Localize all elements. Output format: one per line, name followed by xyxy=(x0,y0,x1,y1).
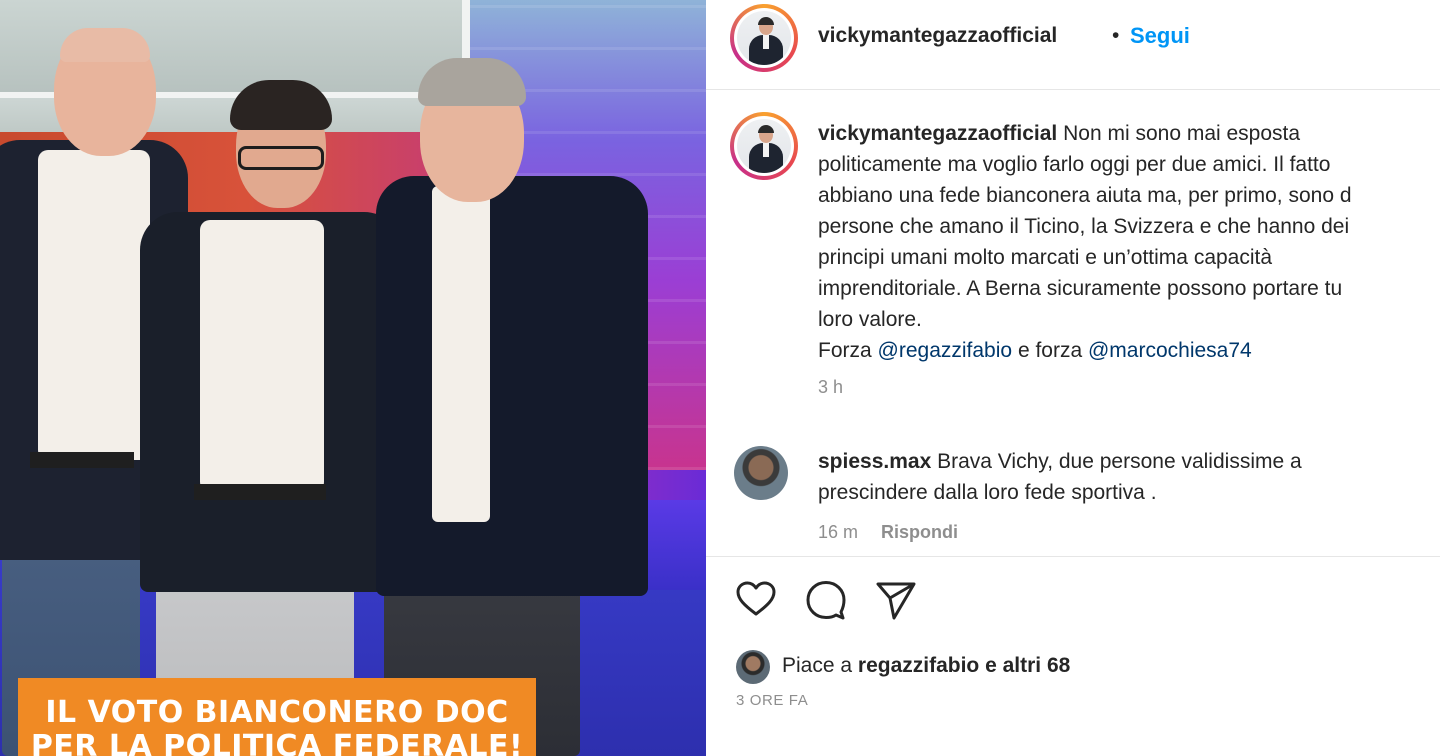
caption-forza-2: e forza xyxy=(1017,339,1083,362)
heart-icon[interactable] xyxy=(734,578,778,622)
mention-link-1[interactable]: @regazzifabio xyxy=(878,339,1013,362)
comment-text-2: prescindere dalla loro fede sportiva . xyxy=(818,481,1157,504)
reply-button[interactable]: Rispondi xyxy=(881,522,958,542)
likes-others[interactable]: e altri 68 xyxy=(985,654,1070,677)
caption-text-5: principi umani molto marcati e un’ottima… xyxy=(818,246,1273,269)
comment-age: 16 m xyxy=(818,522,859,542)
caption-line-1: IL VOTO BIANCONERO DOC xyxy=(45,695,509,730)
caption-forza-1: Forza xyxy=(818,339,872,362)
post-age: 3 h xyxy=(818,377,844,397)
comment-text-1: Brava Vichy, due persone validissime a xyxy=(937,450,1302,473)
author-avatar[interactable] xyxy=(730,4,798,72)
comment-bubble-icon[interactable] xyxy=(804,578,848,622)
post-photo[interactable]: IL VOTO BIANCONERO DOC PER LA POLITICA F… xyxy=(0,0,706,756)
photo-caption-banner: IL VOTO BIANCONERO DOC PER LA POLITICA F… xyxy=(18,678,536,756)
actions-divider xyxy=(706,556,1440,557)
post-header: vickymantegazzaofficial • Segui xyxy=(706,0,1440,90)
caption-text-6: imprenditoriale. A Berna sicuramente pos… xyxy=(818,277,1343,300)
comment-username[interactable]: spiess.max xyxy=(818,450,931,473)
mention-link-2[interactable]: @marcochiesa74 xyxy=(1088,339,1252,362)
liker-username[interactable]: regazzifabio xyxy=(858,654,979,677)
caption-line-2: PER LA POLITICA FEDERALE! xyxy=(30,729,524,756)
likes-prefix: Piace a xyxy=(782,654,853,677)
caption-text-2: politicamente ma voglio farlo oggi per d… xyxy=(818,153,1331,176)
follow-button[interactable]: Segui xyxy=(1130,23,1190,49)
send-icon[interactable] xyxy=(874,578,918,622)
liker-avatar[interactable] xyxy=(736,650,770,684)
caption-text-3: abbiano una fede bianconera aiuta ma, pe… xyxy=(818,184,1352,207)
caption-text-7: loro valore. xyxy=(818,308,922,331)
caption-text-1: Non mi sono mai esposta xyxy=(1063,122,1301,145)
comment-meta: 16 m Rispondi xyxy=(818,522,958,543)
commenter-avatar[interactable] xyxy=(734,446,788,500)
caption-username[interactable]: vickymantegazzaofficial xyxy=(818,122,1057,145)
comment: spiess.max Brava Vichy, due persone vali… xyxy=(818,446,1438,508)
post-timestamp: 3 ORE FA xyxy=(736,692,809,709)
caption-author-avatar[interactable] xyxy=(730,112,798,180)
post-caption: vickymantegazzaofficial Non mi sono mai … xyxy=(818,118,1440,403)
header-separator: • xyxy=(1112,24,1120,47)
instagram-post-panel: vickymantegazzaofficial • Segui vickyman… xyxy=(706,0,1440,756)
caption-text-4: persone che amano il Ticino, la Svizzera… xyxy=(818,215,1350,238)
header-username[interactable]: vickymantegazzaofficial xyxy=(818,24,1057,48)
